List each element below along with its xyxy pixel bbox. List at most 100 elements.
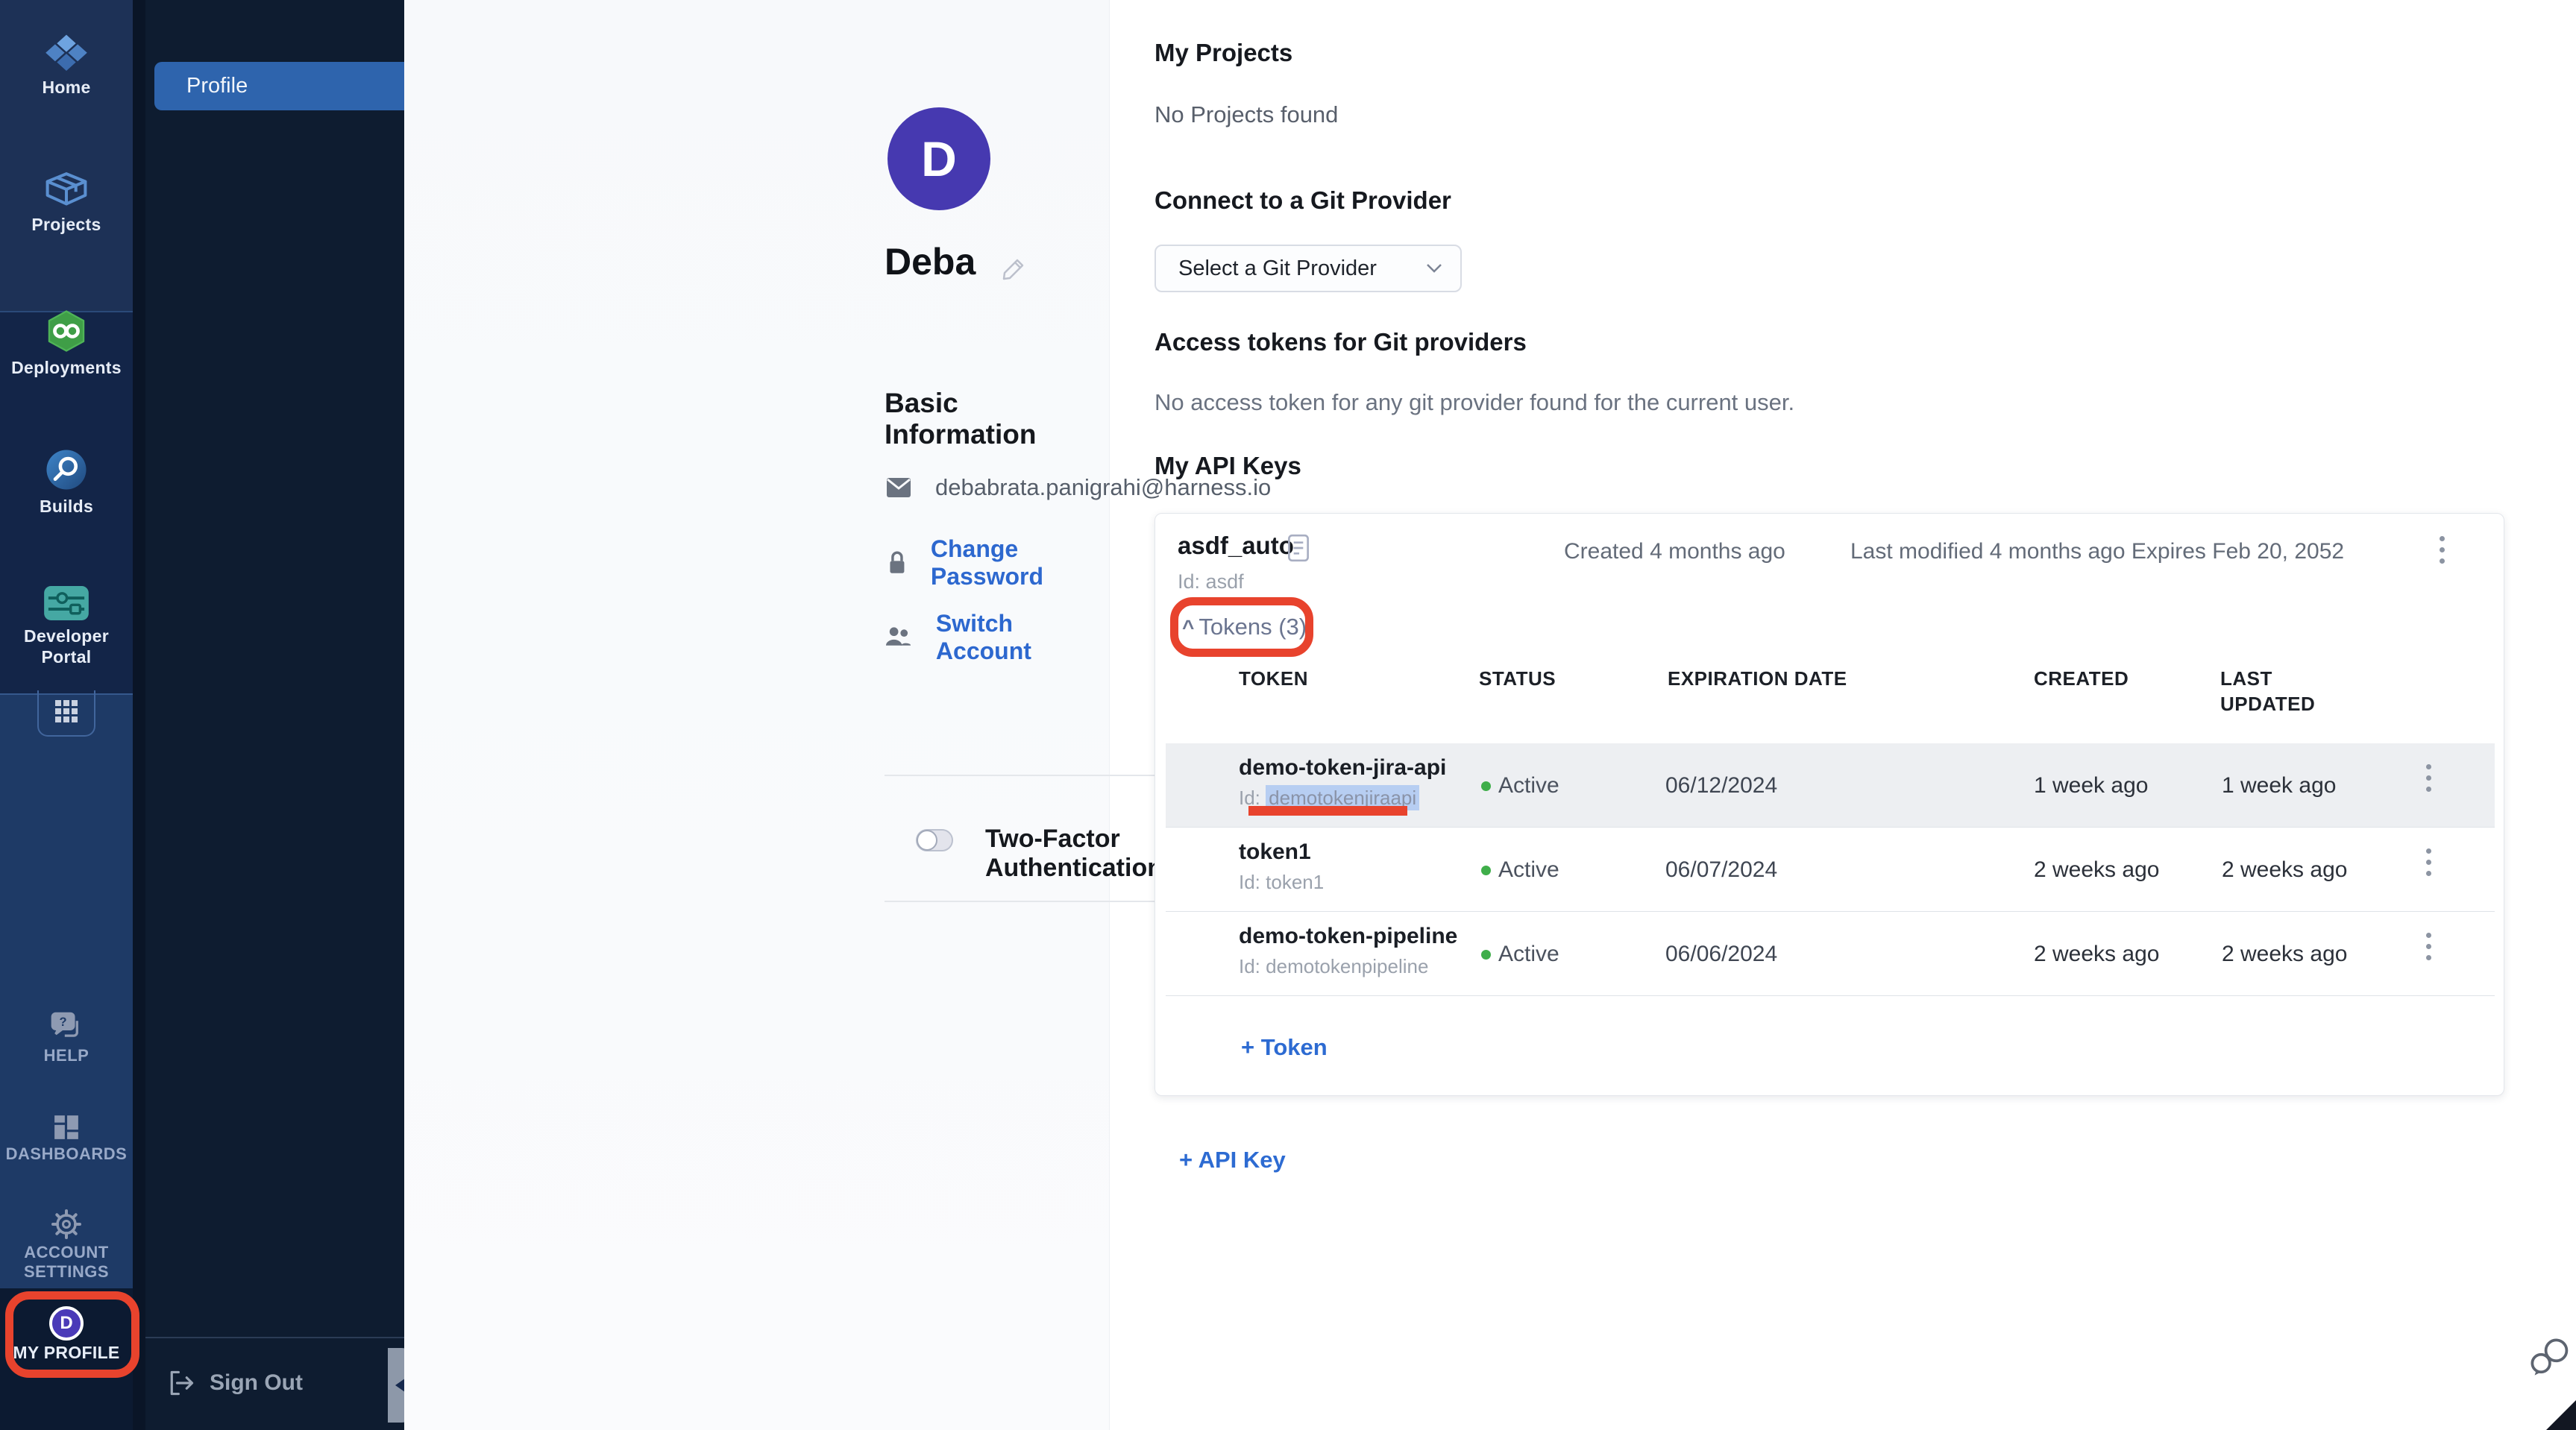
my-projects-title: My Projects (1155, 39, 1292, 67)
sidebar-item-deployments[interactable]: Deployments (0, 309, 133, 378)
switch-account-link: Switch Account (936, 610, 1109, 665)
module-switcher-button[interactable] (37, 690, 95, 737)
module-sidebar: Home Projects (0, 0, 133, 1430)
token-updated: 2 weeks ago (2222, 857, 2347, 883)
token-name: demo-token-pipeline (1239, 924, 1457, 949)
switch-account-row[interactable]: Switch Account (885, 610, 1109, 665)
projects-icon (44, 170, 89, 214)
git-provider-select[interactable]: Select a Git Provider (1155, 245, 1462, 292)
sidebar-item-label: HELP (0, 1046, 133, 1065)
table-row[interactable]: demo-token-jira-api Id: demotokenjiraapi… (1166, 743, 2495, 828)
two-factor-toggle[interactable] (916, 829, 953, 851)
sidebar-item-help[interactable]: ? HELP (0, 1011, 133, 1065)
column-header-status: STATUS (1479, 666, 1556, 691)
sidebar-item-projects[interactable]: Projects (0, 170, 133, 235)
sidebar-item-profile[interactable]: Profile (154, 62, 404, 110)
chevron-down-icon (1426, 263, 1442, 274)
corner-artifact (2546, 1400, 2576, 1430)
chevron-up-icon: ^ (1182, 616, 1194, 639)
rail-section-utilities (0, 693, 133, 1288)
sidebar-item-home[interactable]: Home (0, 34, 133, 98)
change-password-row[interactable]: Change Password (888, 535, 1109, 590)
git-provider-select-value: Select a Git Provider (1178, 256, 1377, 281)
git-provider-title: Connect to a Git Provider (1155, 186, 1451, 215)
token-status: Active (1481, 942, 1559, 967)
api-key-menu-button[interactable] (2440, 536, 2445, 564)
sidebar-item-account-settings[interactable]: ACCOUNT SETTINGS (0, 1209, 133, 1282)
rail-gap-divider (133, 0, 145, 1430)
column-header-token: TOKEN (1239, 666, 1308, 691)
deployments-icon (44, 309, 89, 357)
profile-name: Deba (885, 240, 976, 283)
token-name: demo-token-jira-api (1239, 755, 1446, 781)
sidebar-item-label: ACCOUNT SETTINGS (0, 1243, 133, 1282)
token-updated: 1 week ago (2222, 773, 2336, 799)
column-header-created: CREATED (2034, 666, 2129, 691)
sidebar-item-label: Deployments (0, 357, 133, 378)
two-factor-label: Two-Factor Authentication (985, 825, 1163, 883)
add-token-button[interactable]: + Token (1241, 1034, 1328, 1061)
developer-portal-icon (43, 585, 89, 626)
table-row[interactable]: token1 Id: token1 Active 06/07/2024 2 we… (1166, 828, 2495, 912)
token-menu-button[interactable] (2426, 933, 2431, 960)
status-dot-icon (1481, 781, 1491, 791)
token-created: 2 weeks ago (2034, 857, 2159, 883)
sidebar-item-label: Home (0, 77, 133, 98)
profile-sidebar: Profile Sign Out (145, 0, 404, 1430)
sidebar-item-label: MY PROFILE (0, 1342, 133, 1363)
toggle-knob (917, 830, 937, 851)
help-icon: ? (50, 1011, 83, 1046)
api-key-card: asdf_auto Id: asdf Created 4 months ago … (1155, 513, 2504, 1096)
token-status: Active (1481, 773, 1559, 799)
token-updated: 2 weeks ago (2222, 942, 2347, 967)
copy-icon[interactable] (1287, 533, 1310, 567)
my-projects-empty-text: No Projects found (1155, 101, 1338, 128)
change-password-link: Change Password (931, 535, 1109, 590)
sidebar-item-label: Projects (0, 214, 133, 235)
profile-panel: D Deba Basic Information debabrata.panig… (404, 0, 1110, 1430)
sidebar-item-builds[interactable]: Builds (0, 447, 133, 517)
api-keys-title: My API Keys (1155, 452, 1301, 480)
app-root: Home Projects (0, 0, 2576, 1430)
add-api-key-button[interactable]: + API Key (1179, 1147, 1286, 1174)
token-created: 1 week ago (2034, 773, 2148, 799)
sign-out-button[interactable]: Sign Out (145, 1357, 404, 1409)
avatar[interactable]: D (888, 107, 990, 210)
token-menu-button[interactable] (2426, 764, 2431, 792)
svg-text:?: ? (60, 1015, 67, 1029)
token-status: Active (1481, 857, 1559, 883)
token-id: Id: demotokenpipeline (1239, 955, 1428, 978)
chat-help-icon[interactable] (2528, 1336, 2573, 1383)
token-expiration: 06/06/2024 (1665, 942, 1777, 967)
status-dot-icon (1481, 866, 1491, 875)
token-id: Id: token1 (1239, 871, 1324, 894)
switch-account-icon (885, 625, 912, 650)
sidebar-item-label: Developer Portal (0, 626, 133, 667)
sign-out-label: Sign Out (210, 1370, 303, 1396)
sidebar-item-dashboards[interactable]: DASHBOARDS (0, 1114, 133, 1164)
token-menu-button[interactable] (2426, 848, 2431, 876)
sidebar-item-label: Profile (186, 74, 248, 98)
sign-out-icon (166, 1368, 196, 1398)
column-header-last-updated: LAST UPDATED (2220, 666, 2332, 716)
sidebar-item-label: DASHBOARDS (0, 1144, 133, 1164)
lock-icon (888, 549, 907, 577)
tokens-expand-toggle[interactable]: ^Tokens (3) (1182, 614, 1307, 640)
edit-name-icon[interactable] (1001, 256, 1026, 286)
gear-icon (51, 1209, 81, 1243)
column-header-expiration: EXPIRATION DATE (1668, 666, 1847, 691)
dashboards-icon (53, 1114, 80, 1144)
divider (145, 1337, 404, 1338)
grid-icon (54, 699, 79, 728)
builds-icon (44, 447, 89, 496)
access-tokens-title: Access tokens for Git providers (1155, 328, 1527, 356)
status-dot-icon (1481, 950, 1491, 960)
sidebar-item-my-profile[interactable]: D MY PROFILE (0, 1306, 133, 1363)
token-name: token1 (1239, 840, 1311, 865)
token-expiration: 06/12/2024 (1665, 773, 1777, 799)
api-key-name: asdf_auto (1178, 532, 1294, 560)
home-icon (45, 34, 88, 77)
email-icon (886, 477, 911, 498)
table-row[interactable]: demo-token-pipeline Id: demotokenpipelin… (1166, 912, 2495, 996)
sidebar-item-developer-portal[interactable]: Developer Portal (0, 585, 133, 667)
